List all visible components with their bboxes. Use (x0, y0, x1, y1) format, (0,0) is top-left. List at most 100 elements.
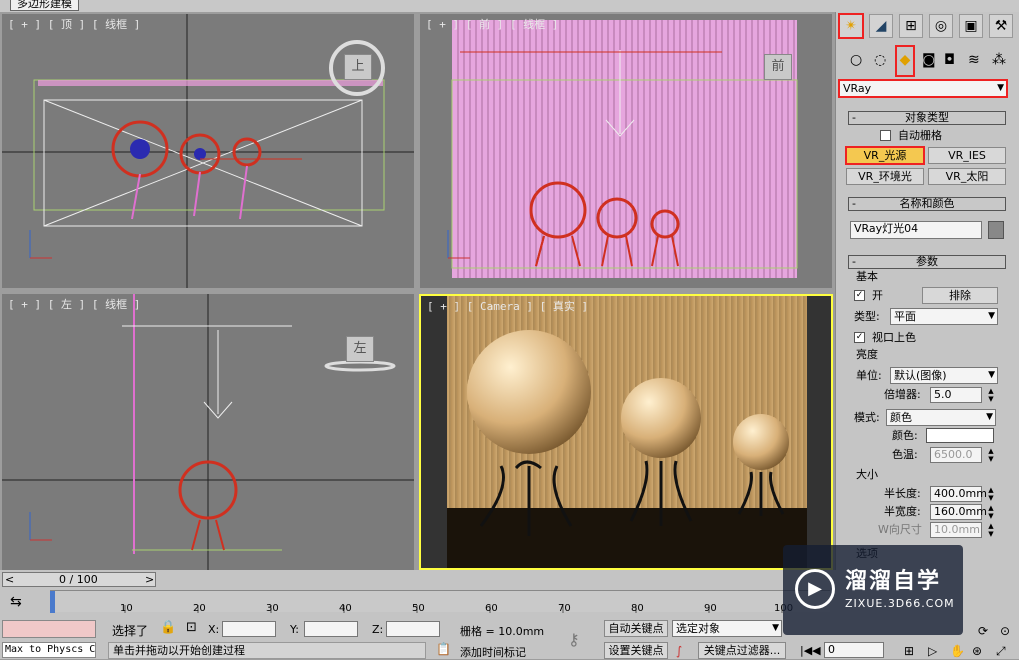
viewport-camera-label[interactable]: [ + ] [ Camera ] [ 真实 ] (427, 298, 588, 314)
command-panel: ✴ ◢ ⊞ ◎ ▣ ⚒ ○ ◌ ◆ ◙ ◘ ≋ ⁂ VRay -对象类型 自动栅… (835, 12, 1019, 587)
object-name-field[interactable]: VRay灯光04 (850, 221, 982, 239)
half-width-spinner[interactable]: ▲ ▼ (986, 504, 996, 520)
display-icon[interactable]: ▣ (959, 14, 983, 38)
half-width-field[interactable]: 160.0mm (930, 504, 987, 520)
time-slider[interactable]: < 0 / 100 > (2, 572, 156, 587)
y-coord-field[interactable] (304, 621, 358, 637)
selected-object-dropdown[interactable]: 选定对象 (672, 620, 782, 637)
object-color-swatch[interactable] (988, 221, 1004, 239)
unit-dropdown[interactable]: 默认(图像) (890, 367, 998, 384)
pan-icon[interactable]: ✋ (950, 644, 965, 658)
name-color-rollout[interactable]: - 名称和颜色 (848, 197, 1006, 211)
parameters-title: 参数 (916, 255, 938, 268)
cameras-icon[interactable]: ◙ (922, 52, 936, 68)
viewcube-top[interactable]: 上 (344, 54, 372, 80)
time-tag-icon[interactable]: 📋 (436, 642, 451, 656)
tick-50: 50 (412, 603, 425, 614)
exclude-button[interactable]: 排除 (922, 287, 998, 304)
grid-size-display: 栅格 = 10.0mm (460, 625, 545, 638)
tab-strip: 多边形建模 (0, 0, 1019, 12)
x-label: X: (208, 623, 220, 636)
slider-next-arrow[interactable]: > (145, 573, 154, 586)
x-coord-field[interactable] (222, 621, 276, 637)
motion-icon[interactable]: ◎ (929, 14, 953, 38)
basic-group-label: 基本 (856, 270, 878, 283)
viewport-front[interactable]: [ + ] [ 前 ] [ 线框 ] 前 (420, 14, 832, 288)
viewcube-left[interactable]: 左 (346, 336, 374, 362)
maximize-viewport-icon[interactable]: ⤢ (996, 644, 1006, 659)
auto-key-button[interactable]: 自动关键点 (604, 620, 668, 637)
absolute-mode-icon[interactable]: ⊡ (186, 620, 197, 635)
prompt-line: 单击并拖动以开始创建过程 (108, 642, 426, 659)
track-bar[interactable]: 10 20 30 40 50 60 70 80 90 100 (50, 590, 830, 614)
vr-light-button[interactable]: VR_光源 (845, 146, 925, 165)
tick-20: 20 (193, 603, 206, 614)
viewport-camera[interactable]: [ + ] [ Camera ] [ 真实 ] (419, 294, 833, 570)
name-color-title: 名称和颜色 (899, 197, 955, 210)
vr-sun-button[interactable]: VR_太阳 (928, 168, 1006, 185)
camera-render (447, 296, 807, 568)
shapes-icon[interactable]: ◌ (874, 52, 886, 68)
utilities-icon[interactable]: ⚒ (989, 14, 1013, 38)
w-size-spinner[interactable]: ▲ ▼ (986, 522, 996, 538)
modify-icon[interactable]: ◢ (869, 14, 893, 38)
parameters-rollout[interactable]: - 参数 (848, 255, 1006, 269)
mode-label: 模式: (854, 411, 880, 424)
helpers-icon[interactable]: ◘ (944, 52, 955, 68)
maxscript-listener[interactable]: Max to Physcs C (2, 642, 96, 658)
watermark-title: 溜溜自学 (845, 569, 942, 594)
half-length-field[interactable]: 400.0mm (930, 486, 987, 502)
hierarchy-icon[interactable]: ⊞ (899, 14, 923, 38)
watermark: ▶ 溜溜自学 ZIXUE.3D66.COM (783, 545, 963, 635)
curve-editor-icon[interactable]: ⇆ (10, 594, 22, 610)
spacewarps-icon[interactable]: ≋ (968, 52, 980, 68)
zoom-extents-icon[interactable]: ⊞ (904, 644, 914, 658)
vr-ambient-light-button[interactable]: VR_环境光 (846, 168, 924, 185)
geometry-icon[interactable]: ○ (850, 52, 862, 68)
temperature-field[interactable]: 6500.0 (930, 447, 982, 463)
vr-ies-button[interactable]: VR_IES (928, 147, 1006, 164)
viewport-shade-label: 视口上色 (872, 331, 916, 344)
lights-icon[interactable]: ◆ (895, 45, 915, 77)
viewport-top[interactable]: [ + ] [ 顶 ] [ 线框 ] 上 (2, 14, 414, 288)
current-frame-field[interactable]: 0 (824, 642, 884, 658)
w-size-field[interactable]: 10.0mm (930, 522, 982, 538)
tick-80: 80 (631, 603, 644, 614)
temperature-label: 色温: (892, 448, 918, 461)
systems-icon[interactable]: ⁂ (992, 52, 1006, 68)
viewport-shade-checkbox[interactable]: ✓ (854, 332, 865, 343)
watermark-logo-icon: ▶ (795, 569, 835, 609)
orbit-icon[interactable]: ⊛ (972, 644, 982, 658)
add-time-tag[interactable]: 添加时间标记 (460, 644, 526, 660)
viewport-top-label[interactable]: [ + ] [ 顶 ] [ 线框 ] (8, 16, 140, 32)
create-icon[interactable]: ✴ (838, 13, 864, 39)
z-coord-field[interactable] (386, 621, 440, 637)
unit-label: 单位: (856, 369, 882, 382)
key-filters-button[interactable]: 关键点过滤器... (698, 642, 786, 659)
mode-dropdown[interactable]: 颜色 (886, 409, 996, 426)
half-length-spinner[interactable]: ▲ ▼ (986, 486, 996, 502)
renderer-dropdown[interactable]: VRay (838, 79, 1008, 98)
light-on-checkbox[interactable]: ✓ (854, 290, 865, 301)
slider-prev-arrow[interactable]: < (5, 573, 14, 586)
autogrid-checkbox[interactable] (880, 130, 891, 141)
multiplier-spinner[interactable]: ▲ ▼ (986, 387, 996, 403)
light-color-swatch[interactable] (926, 428, 994, 443)
multiplier-field[interactable]: 5.0 (930, 387, 982, 403)
set-key-button[interactable]: 设置关键点 (604, 642, 668, 659)
viewport-left[interactable]: [ + ] [ 左 ] [ 线框 ] 左 (2, 294, 414, 570)
viewport-left-label[interactable]: [ + ] [ 左 ] [ 线框 ] (8, 296, 140, 312)
play-icon[interactable]: ▷ (928, 644, 937, 658)
document-tab[interactable]: 多边形建模 (10, 0, 79, 11)
arc-rotate-icon[interactable]: ⟳ (978, 624, 988, 638)
viewcube-front[interactable]: 前 (764, 54, 792, 80)
maxscript-pink-field[interactable] (2, 620, 96, 638)
lock-selection-icon[interactable]: 🔒 (160, 620, 176, 635)
walkthrough-icon[interactable]: ⊙ (1000, 624, 1010, 638)
temperature-spinner[interactable]: ▲ ▼ (986, 447, 996, 463)
goto-start-icon[interactable]: |◀◀ (800, 644, 821, 657)
object-type-rollout[interactable]: - 对象类型 (848, 111, 1006, 125)
key-mode-icon[interactable]: ∫ (676, 644, 682, 658)
viewport-front-label[interactable]: [ + ] [ 前 ] [ 线框 ] (426, 16, 558, 32)
light-type-dropdown[interactable]: 平面 (890, 308, 998, 325)
